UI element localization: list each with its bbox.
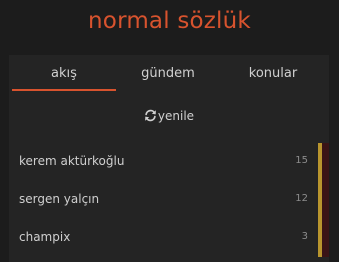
refresh-icon — [144, 109, 157, 126]
topic-title: kerem aktürkoğlu — [19, 154, 125, 168]
site-logo[interactable]: normal sözlük — [0, 6, 339, 36]
activity-indicator — [318, 219, 329, 257]
app-container: normal sözlük akış gündem konular yenile… — [0, 0, 339, 262]
tab-gundem[interactable]: gündem — [116, 55, 220, 92]
tab-bar: akış gündem konular — [9, 55, 329, 92]
activity-bar — [318, 181, 322, 219]
topic-item[interactable]: champix 3 — [9, 219, 329, 257]
topic-title: champix — [19, 230, 71, 244]
activity-indicator — [318, 143, 329, 181]
topic-entry-count: 3 — [301, 231, 308, 242]
activity-bar — [318, 219, 322, 257]
left-frame-panel: akış gündem konular yenile kerem aktürko… — [9, 55, 329, 262]
topic-item[interactable]: kerem aktürkoğlu 15 — [9, 143, 329, 181]
refresh-button[interactable]: yenile — [9, 108, 329, 126]
activity-indicator — [318, 181, 329, 219]
topic-entry-count: 15 — [295, 155, 308, 166]
tab-akis[interactable]: akış — [12, 55, 116, 92]
topic-title: sergen yalçın — [19, 192, 100, 206]
tab-konular[interactable]: konular — [220, 55, 326, 92]
topic-entry-count: 12 — [295, 193, 308, 204]
activity-bar — [318, 143, 322, 181]
refresh-label: yenile — [157, 109, 195, 123]
topic-item[interactable]: sergen yalçın 12 — [9, 181, 329, 219]
